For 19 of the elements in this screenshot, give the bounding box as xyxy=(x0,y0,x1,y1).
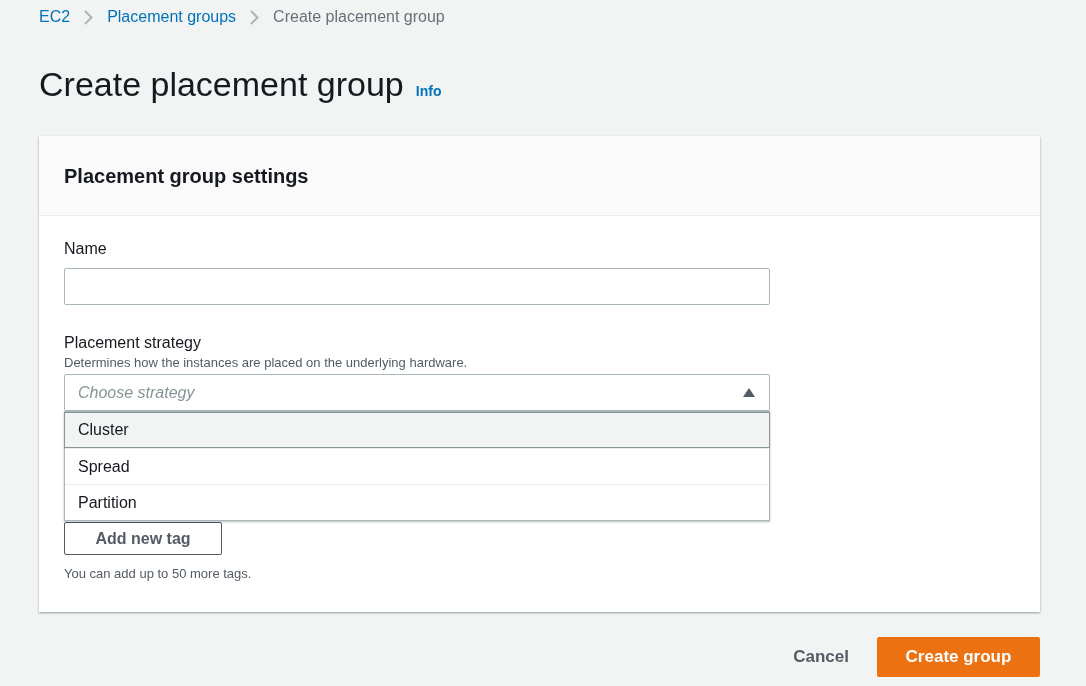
dropdown-option[interactable]: Partition xyxy=(65,484,769,520)
chevron-right-icon xyxy=(250,9,260,25)
breadcrumb-link[interactable]: Placement groups xyxy=(107,5,237,29)
field-description: Determines how the instances are placed on the underlying hardware. xyxy=(64,354,469,372)
page-title: Create placement group xyxy=(39,64,404,104)
name-input[interactable] xyxy=(64,268,770,305)
field-label: Name xyxy=(64,239,108,259)
cancel-button[interactable]: Cancel xyxy=(791,637,851,677)
breadcrumb-current: Create placement group xyxy=(273,7,445,27)
chevron-right-icon xyxy=(84,9,94,25)
breadcrumb-link[interactable]: EC2 xyxy=(39,5,71,29)
tags-hint: You can add up to 50 more tags. xyxy=(64,565,253,583)
info-link[interactable]: Info xyxy=(415,81,442,102)
add-tag-button[interactable]: Add new tag xyxy=(64,522,222,555)
dropdown-option[interactable]: Spread xyxy=(65,448,769,484)
dropdown-option[interactable]: Cluster xyxy=(64,412,770,448)
panel-title: Placement group settings xyxy=(64,163,309,189)
strategy-select[interactable]: Choose strategy xyxy=(64,374,770,411)
field-label: Placement strategy xyxy=(64,333,202,353)
